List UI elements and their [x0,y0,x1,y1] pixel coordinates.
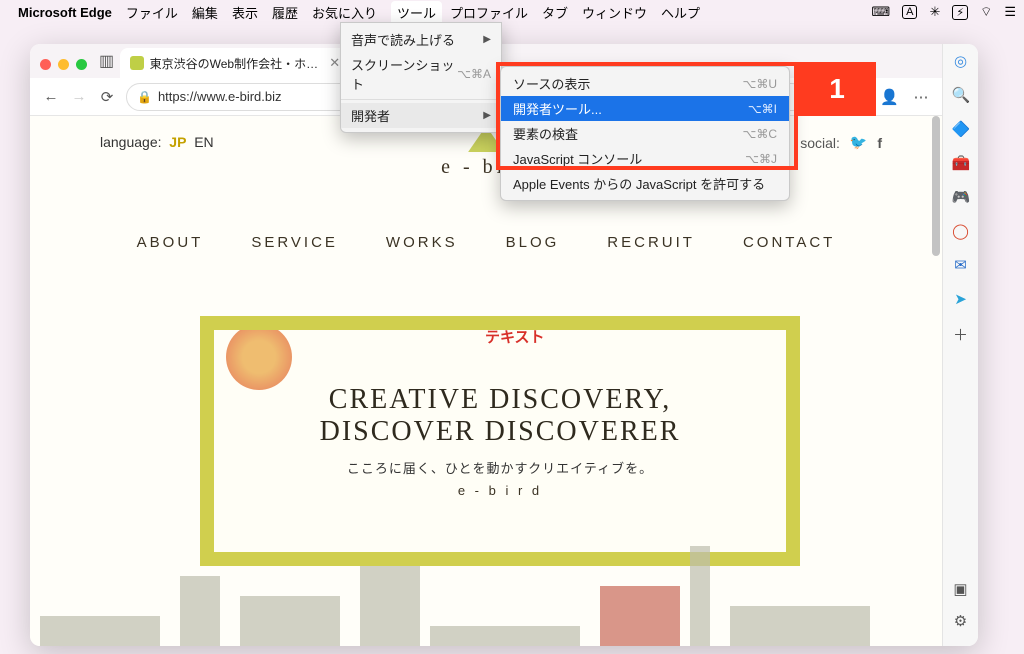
back-button[interactable]: ← [42,88,60,105]
dev-item-devtools[interactable]: 開発者ツール...⌥⌘I [501,96,789,121]
hero-headline-1: CREATIVE DISCOVERY, [329,384,671,416]
mac-menubar: Microsoft Edge ファイル 編集 表示 履歴 お気に入り ツール プ… [0,0,1024,24]
control-center-icon[interactable]: ☰ [1004,4,1016,20]
annotation-badge-1: 1 [798,62,876,116]
app-name[interactable]: Microsoft Edge [18,5,112,20]
tools-item-screenshot[interactable]: スクリーンショット⌥⌘A [341,52,501,96]
edge-side-panel: ◎ 🔍 🔷 🧰 🎮 ◯ ✉︎ ➤ ＋ ▣ ⚙ [942,44,978,646]
copilot-icon[interactable]: ◎ [952,52,970,70]
close-window-button[interactable] [40,59,51,70]
menu-view[interactable]: 表示 [232,3,258,22]
nav-blog[interactable]: BLOG [506,234,560,251]
outlook-icon[interactable]: ✉︎ [952,256,970,274]
keyboard-icon[interactable]: ⌨︎ [871,4,890,20]
tools-icon[interactable]: 🧰 [952,154,970,172]
nav-about[interactable]: ABOUT [137,234,204,251]
menu-history[interactable]: 履歴 [272,3,298,22]
main-nav: ABOUT SERVICE WORKS BLOG RECRUIT CONTACT [30,234,942,251]
close-tab-icon[interactable]: ✕ [329,55,340,71]
menu-edit[interactable]: 編集 [192,3,218,22]
sidebar-toggle-icon[interactable]: ▥ [99,51,114,78]
office-icon[interactable]: ◯ [952,222,970,240]
lang-jp[interactable]: JP [169,134,186,150]
hero-headline-2: DISCOVER DISCOVERER [320,416,681,448]
nav-contact[interactable]: CONTACT [743,234,835,251]
shortcut-label: ⌥⌘A [457,67,491,81]
status-icons: ⌨︎ A ✳︎ ⚡︎ ⌔ ☰ [871,4,1016,20]
chevron-right-icon: ▶ [483,34,491,45]
menu-favorites[interactable]: お気に入り [312,3,377,22]
annotation-scribble: テキスト [485,326,545,347]
nav-service[interactable]: SERVICE [251,234,338,251]
menu-window[interactable]: ウィンドウ [582,3,647,22]
dev-item-js-console[interactable]: JavaScript コンソール⌥⌘J [501,146,789,171]
add-panel-icon[interactable]: ＋ [952,324,970,345]
dev-item-view-source[interactable]: ソースの表示⌥⌘U [501,71,789,96]
reload-button[interactable]: ⟳ [98,88,116,106]
menu-help[interactable]: ヘルプ [661,3,700,22]
dev-item-apple-events[interactable]: Apple Events からの JavaScript を許可する [501,171,789,196]
menu-file[interactable]: ファイル [126,3,178,22]
send-icon[interactable]: ➤ [952,290,970,308]
tools-item-read-aloud[interactable]: 音声で読み上げる▶ [341,27,501,52]
social-links: social: 🐦 f [800,134,882,151]
collapse-panel-icon[interactable]: ▣ [952,580,970,598]
dev-item-inspect[interactable]: 要素の検査⌥⌘C [501,121,789,146]
hero-minilogo: e - b i r d [458,483,542,498]
games-icon[interactable]: 🎮 [952,188,970,206]
maximize-window-button[interactable] [76,59,87,70]
menu-separator [341,99,501,100]
nav-recruit[interactable]: RECRUIT [607,234,695,251]
developer-submenu: ソースの表示⌥⌘U 開発者ツール...⌥⌘I 要素の検査⌥⌘C JavaScri… [500,66,790,201]
page-scrollbar[interactable] [930,116,942,644]
url-text: https://www.e-bird.biz [158,89,282,104]
webpage-content: language: JP EN social: 🐦 f e - bird ABO… [30,116,942,646]
hero-banner: CREATIVE DISCOVERY, DISCOVER DISCOVERER … [200,316,800,566]
favicon-icon [130,56,144,70]
nav-works[interactable]: WORKS [386,234,458,251]
tools-dropdown: 音声で読み上げる▶ スクリーンショット⌥⌘A 開発者▶ [340,22,502,133]
twitter-icon[interactable]: 🐦 [850,134,867,151]
skyline-illustration [30,546,942,646]
window-controls [40,59,93,78]
lang-en[interactable]: EN [194,134,213,150]
shopping-icon[interactable]: 🔷 [952,120,970,138]
wifi-icon[interactable]: ⌔ [980,4,992,20]
hero-subtitle: こころに届く、ひとを動かすクリエイティブを。 [347,458,653,477]
menu-tools[interactable]: ツール [391,1,442,24]
minimize-window-button[interactable] [58,59,69,70]
bluetooth-icon[interactable]: ✳︎ [929,4,940,20]
battery-icon[interactable]: ⚡︎ [952,5,968,20]
forward-button[interactable]: → [70,88,88,105]
language-switcher: language: JP EN [100,134,214,150]
settings-icon[interactable]: ⚙ [952,612,970,630]
menu-profile[interactable]: プロファイル [450,3,528,22]
a-input-icon[interactable]: A [902,5,917,19]
tab-title: 東京渋谷のWeb制作会社・ホーム [150,55,324,72]
browser-tab[interactable]: 東京渋谷のWeb制作会社・ホーム ✕ [120,48,350,78]
tools-item-developer[interactable]: 開発者▶ [341,103,501,128]
chevron-right-icon: ▶ [483,110,491,121]
menu-tab[interactable]: タブ [542,3,568,22]
profile-icon[interactable]: 👤 [880,88,898,106]
lock-icon: 🔒 [137,90,152,104]
more-icon[interactable]: ⋯ [912,88,930,106]
facebook-icon[interactable]: f [877,135,882,151]
search-icon[interactable]: 🔍 [952,86,970,104]
